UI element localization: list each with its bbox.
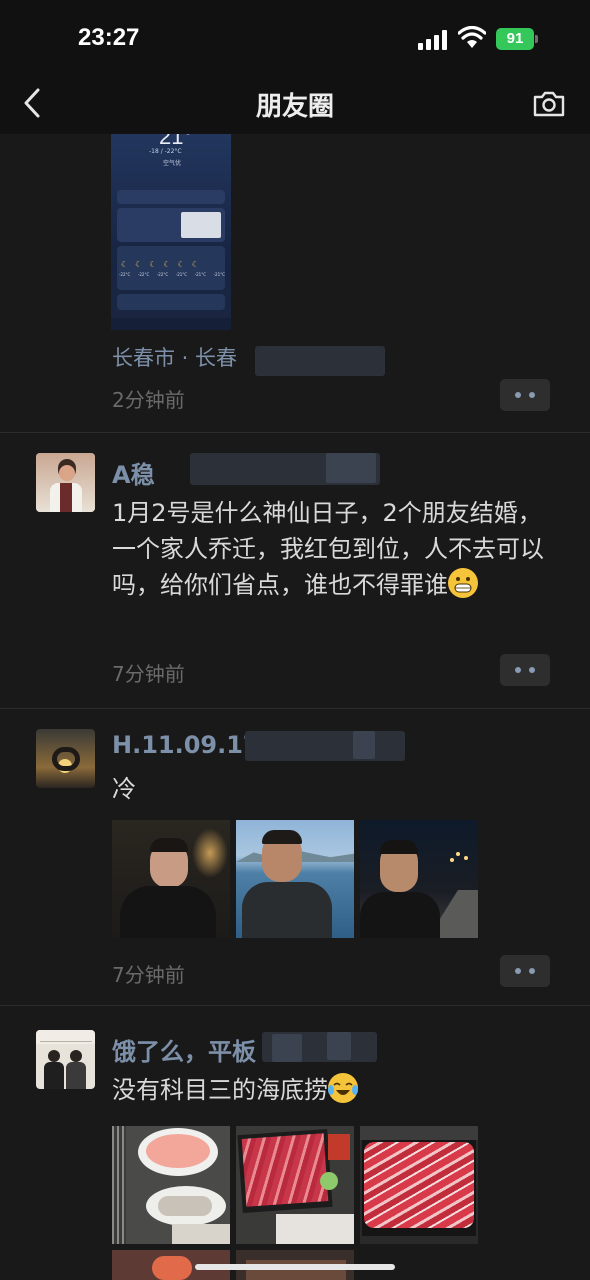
weather-aqi: 空气优 (163, 160, 182, 167)
forecast-temp: -22°C (137, 272, 150, 277)
page-title: 朋友圈 (255, 92, 334, 122)
more-dots-icon[interactable] (500, 379, 550, 411)
redacted-area (255, 346, 385, 376)
moment-post: 21° -18 / -22°C 空气优 ☾☾☾☾☾☾ -22°C -22°C -… (0, 134, 590, 432)
nav-bar: 朋友圈 (0, 72, 590, 134)
post-photo[interactable] (112, 1126, 230, 1244)
forecast-temp: -21°C (213, 272, 225, 277)
post-author[interactable]: 饿了么，平板 (112, 1032, 256, 1067)
moments-feed[interactable]: 21° -18 / -22°C 空气优 ☾☾☾☾☾☾ -22°C -22°C -… (0, 134, 590, 1280)
more-dots-icon[interactable] (500, 955, 550, 987)
grin-emoji-icon (448, 568, 478, 598)
avatar[interactable] (36, 729, 95, 788)
post-time: 7分钟前 (112, 963, 185, 987)
weather-range: -18 / -22°C (149, 148, 182, 155)
status-time: 23:27 (78, 24, 140, 51)
post-photo[interactable] (236, 1126, 354, 1244)
post-photo[interactable] (360, 820, 478, 938)
home-indicator[interactable] (195, 1264, 395, 1270)
post-author[interactable]: A稳 (112, 455, 155, 490)
post-photo[interactable] (360, 1126, 478, 1244)
more-dots-icon[interactable] (500, 654, 550, 686)
post-location[interactable]: 长春市 · 长春 (112, 342, 237, 372)
moment-post: 饿了么，平板 没有科目三的海底捞 (0, 1006, 590, 1280)
post-author[interactable]: H.11.09.17 (112, 731, 260, 759)
post-text: 没有科目三的海底捞 (112, 1076, 328, 1104)
forecast-temp: -22°C (156, 272, 169, 277)
avatar[interactable] (36, 453, 95, 512)
post-time: 2分钟前 (112, 388, 185, 412)
post-image[interactable]: 21° -18 / -22°C 空气优 ☾☾☾☾☾☾ -22°C -22°C -… (111, 134, 231, 330)
post-text: 冷 (112, 775, 136, 803)
moment-post: A稳 1月2号是什么神仙日子，2个朋友结婚，一个家人乔迁，我红包到位，人不去可以… (0, 433, 590, 708)
forecast-temp: -21°C (194, 272, 207, 277)
status-bar: 23:27 91 (0, 0, 590, 72)
post-photo[interactable] (236, 820, 354, 938)
moment-post: H.11.09.17 冷 7分钟前 (0, 709, 590, 1005)
forecast-temp: -22°C (119, 272, 131, 277)
camera-icon[interactable] (532, 90, 566, 118)
signal-icon (418, 30, 447, 50)
battery-icon: 91 (496, 28, 538, 50)
forecast-temp: -21°C (175, 272, 188, 277)
battery-level: 91 (496, 28, 534, 50)
avatar[interactable] (36, 1030, 95, 1089)
tears-of-joy-emoji-icon (328, 1073, 358, 1103)
post-time: 7分钟前 (112, 662, 185, 686)
wifi-icon (458, 26, 486, 48)
redacted-area (245, 731, 405, 761)
post-photo[interactable] (112, 820, 230, 938)
post-text: 1月2号是什么神仙日子，2个朋友结婚，一个家人乔迁，我红包到位，人不去可以吗，给… (112, 499, 544, 599)
